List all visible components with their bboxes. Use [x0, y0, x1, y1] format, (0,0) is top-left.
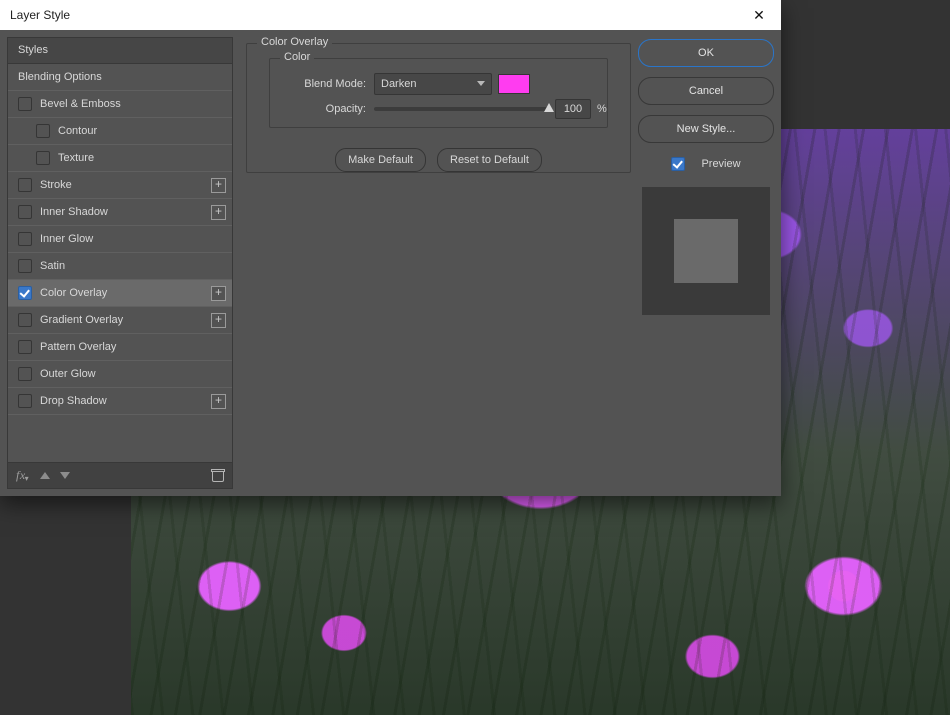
- color-overlay-group: Color Overlay Color Blend Mode: Darken O…: [246, 43, 631, 173]
- add-effect-icon[interactable]: +: [211, 313, 226, 328]
- style-checkbox[interactable]: [18, 286, 32, 300]
- add-effect-icon[interactable]: +: [211, 178, 226, 193]
- opacity-label: Opacity:: [270, 103, 366, 115]
- styles-header[interactable]: Styles: [8, 38, 232, 64]
- close-icon[interactable]: ✕: [737, 0, 781, 30]
- dialog-actions: OK Cancel New Style... Preview: [638, 37, 774, 489]
- style-label: Stroke: [40, 179, 72, 191]
- fx-menu-icon[interactable]: fx▾: [16, 468, 30, 483]
- style-row[interactable]: Color Overlay +: [8, 280, 232, 307]
- app-workspace: Layer Style ✕ Styles Blending Options Be…: [0, 0, 950, 715]
- style-checkbox[interactable]: [36, 151, 50, 165]
- style-checkbox[interactable]: [18, 313, 32, 327]
- preview-swatch: [674, 219, 738, 283]
- style-label: Outer Glow: [40, 368, 96, 380]
- style-row[interactable]: Contour: [8, 118, 232, 145]
- opacity-slider[interactable]: [374, 107, 549, 111]
- layer-style-dialog: Layer Style ✕ Styles Blending Options Be…: [0, 0, 781, 496]
- settings-panel: Color Overlay Color Blend Mode: Darken O…: [240, 37, 631, 489]
- style-row[interactable]: Bevel & Emboss: [8, 91, 232, 118]
- ok-button[interactable]: OK: [638, 39, 774, 67]
- style-row[interactable]: Gradient Overlay +: [8, 307, 232, 334]
- style-label: Contour: [58, 125, 97, 137]
- preview-thumbnail: [642, 187, 770, 315]
- style-label: Inner Shadow: [40, 206, 108, 218]
- dialog-titlebar[interactable]: Layer Style ✕: [0, 0, 781, 30]
- reset-default-button[interactable]: Reset to Default: [437, 148, 542, 172]
- style-row[interactable]: Drop Shadow +: [8, 388, 232, 415]
- dialog-body: Styles Blending Options Bevel & Emboss Co…: [0, 30, 781, 496]
- make-default-button[interactable]: Make Default: [335, 148, 426, 172]
- style-row[interactable]: Pattern Overlay: [8, 334, 232, 361]
- styles-column: Styles Blending Options Bevel & Emboss Co…: [7, 37, 233, 489]
- group-title: Color Overlay: [257, 36, 332, 48]
- new-style-button[interactable]: New Style...: [638, 115, 774, 143]
- blending-options-row[interactable]: Blending Options: [8, 64, 232, 91]
- styles-footer: fx▾: [7, 463, 233, 489]
- style-row[interactable]: Outer Glow: [8, 361, 232, 388]
- style-label: Bevel & Emboss: [40, 98, 121, 110]
- blend-mode-label: Blend Mode:: [270, 78, 366, 90]
- style-checkbox[interactable]: [18, 340, 32, 354]
- style-row[interactable]: Texture: [8, 145, 232, 172]
- trash-icon[interactable]: [212, 469, 224, 482]
- style-label: Texture: [58, 152, 94, 164]
- style-label: Drop Shadow: [40, 395, 107, 407]
- dialog-title: Layer Style: [10, 8, 70, 22]
- defaults-row: Make Default Reset to Default: [247, 148, 630, 172]
- style-label: Satin: [40, 260, 65, 272]
- preview-checkbox[interactable]: [671, 157, 685, 171]
- add-effect-icon[interactable]: +: [211, 205, 226, 220]
- style-row[interactable]: Inner Glow: [8, 226, 232, 253]
- style-checkbox[interactable]: [18, 205, 32, 219]
- preview-toggle-row[interactable]: Preview: [638, 157, 774, 171]
- move-down-icon[interactable]: [60, 472, 70, 479]
- slider-thumb-icon[interactable]: [544, 103, 554, 112]
- style-checkbox[interactable]: [18, 367, 32, 381]
- add-effect-icon[interactable]: +: [211, 394, 226, 409]
- preview-label: Preview: [701, 158, 740, 170]
- style-label: Pattern Overlay: [40, 341, 116, 353]
- opacity-input[interactable]: 100: [555, 99, 591, 119]
- color-group-title: Color: [280, 51, 314, 63]
- blend-mode-value: Darken: [381, 78, 416, 90]
- style-label: Gradient Overlay: [40, 314, 123, 326]
- add-effect-icon[interactable]: +: [211, 286, 226, 301]
- color-group: Color Blend Mode: Darken Opacity:: [269, 58, 608, 128]
- style-checkbox[interactable]: [18, 232, 32, 246]
- style-checkbox[interactable]: [36, 124, 50, 138]
- opacity-suffix: %: [597, 103, 607, 115]
- style-row[interactable]: Inner Shadow +: [8, 199, 232, 226]
- overlay-color-swatch[interactable]: [498, 74, 530, 94]
- blend-mode-select[interactable]: Darken: [374, 73, 492, 95]
- style-label: Color Overlay: [40, 287, 107, 299]
- styles-list: Styles Blending Options Bevel & Emboss Co…: [7, 37, 233, 463]
- style-checkbox[interactable]: [18, 178, 32, 192]
- cancel-button[interactable]: Cancel: [638, 77, 774, 105]
- style-label: Inner Glow: [40, 233, 93, 245]
- style-checkbox[interactable]: [18, 394, 32, 408]
- style-row[interactable]: Satin: [8, 253, 232, 280]
- style-checkbox[interactable]: [18, 97, 32, 111]
- move-up-icon[interactable]: [40, 472, 50, 479]
- style-row[interactable]: Stroke +: [8, 172, 232, 199]
- style-checkbox[interactable]: [18, 259, 32, 273]
